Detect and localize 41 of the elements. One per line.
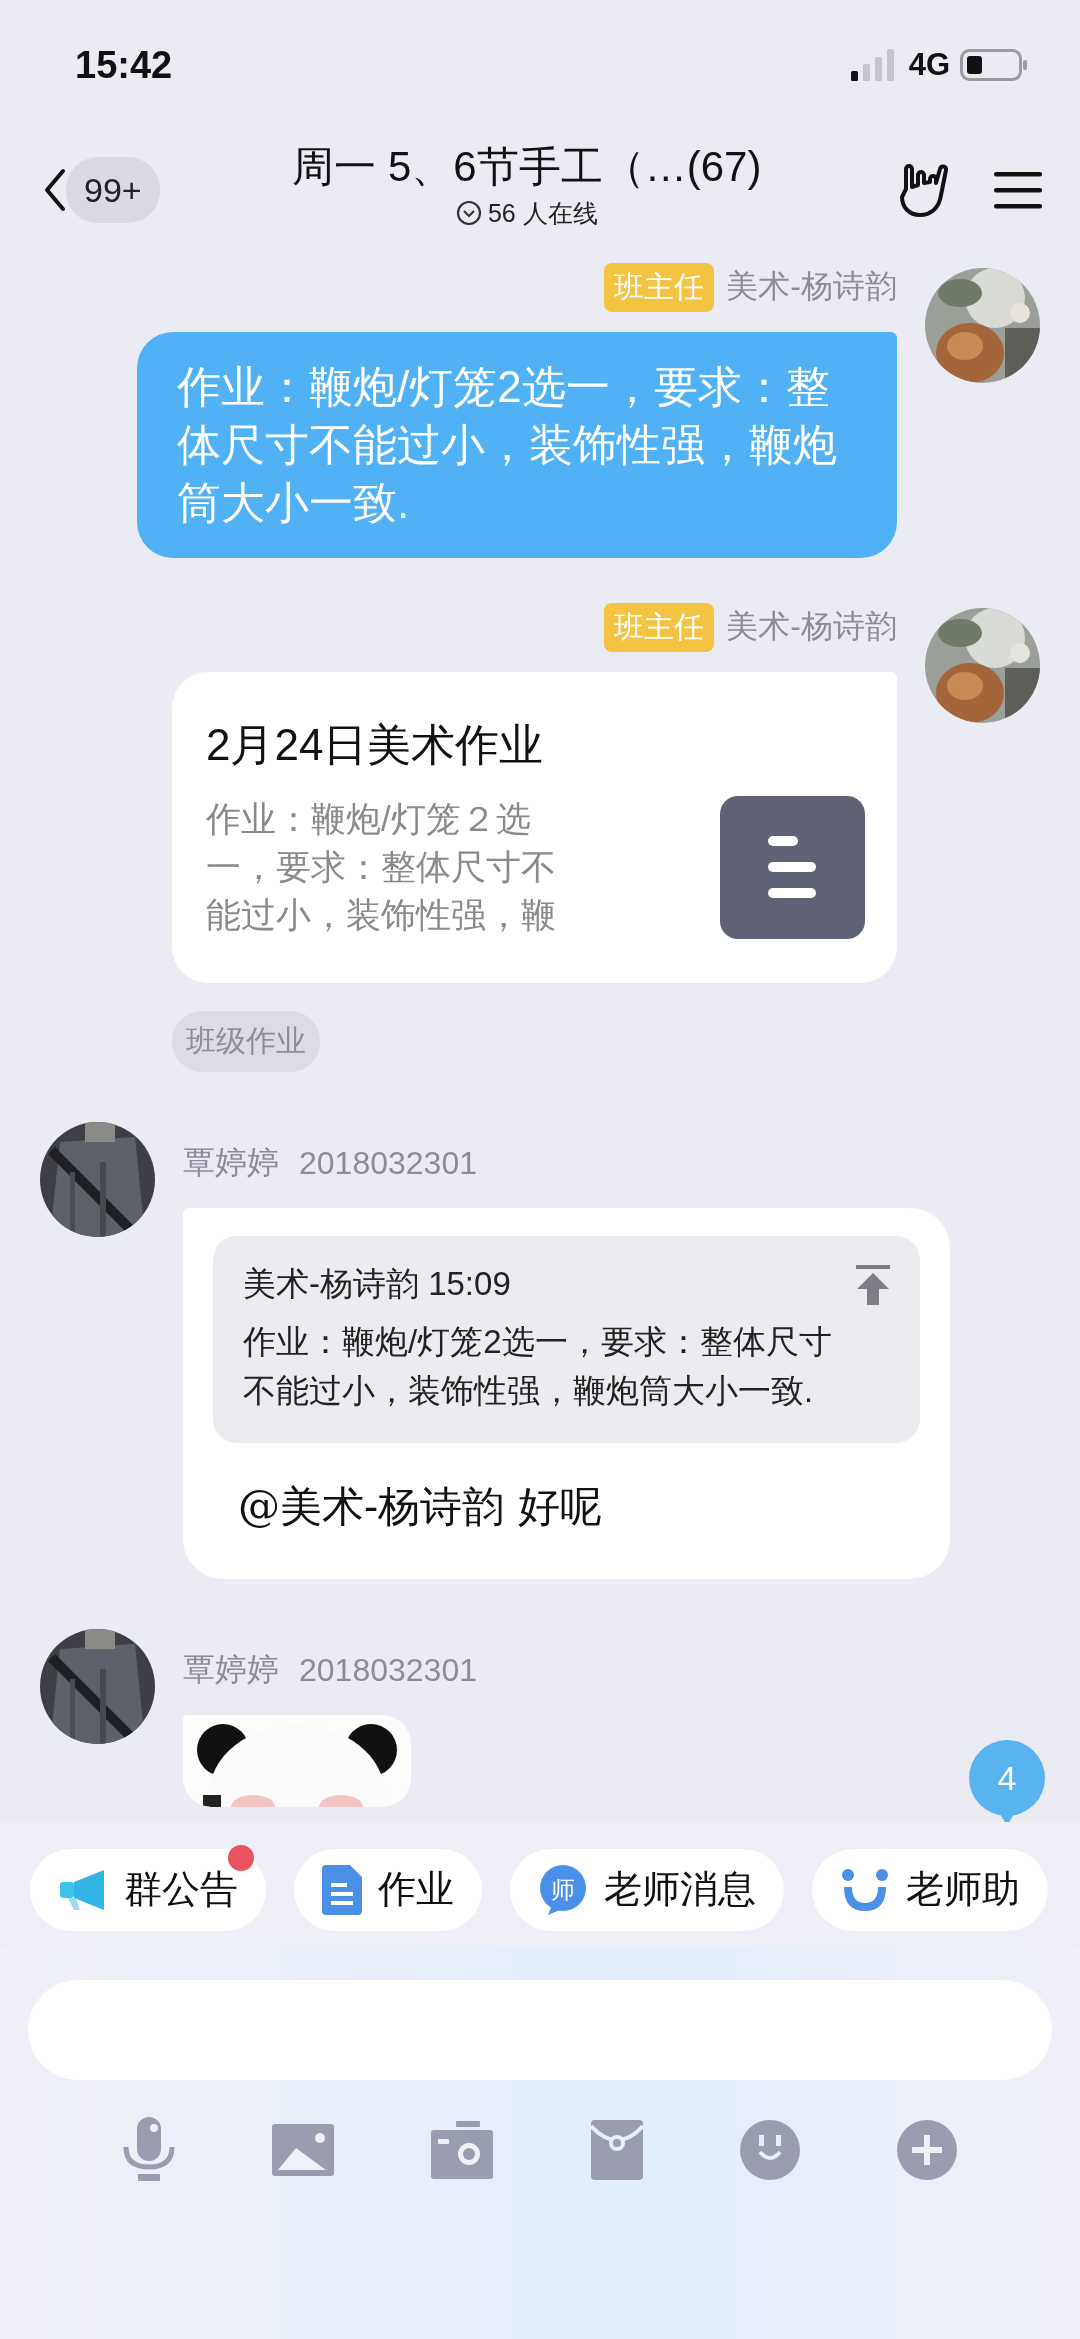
sender-id: 2018032301 (299, 1651, 477, 1689)
back-button[interactable] (44, 168, 66, 212)
shortcut-button[interactable]: 师 老师消息 (510, 1848, 784, 1931)
reply-text: @美术-杨诗韵 好呢 (237, 1481, 603, 1533)
sender-name: 覃婷婷 (183, 1650, 279, 1689)
group-title: 周一 5、6节手工（…(67) (292, 141, 762, 192)
jump-to-top-icon[interactable] (856, 1264, 890, 1305)
sender-id: 2018032301 (299, 1144, 477, 1182)
envelope-icon[interactable] (590, 2120, 643, 2180)
card-summary: 作业：鞭炮/灯笼２选一，要求：整体尺寸不能过小，装饰性强，鞭 (206, 798, 557, 936)
network-type: 4G (908, 47, 950, 83)
message-bubble: 作业：鞭炮/灯笼2选一，要求：整体尺寸不能过小，装饰性强，鞭炮筒大小一致. (137, 332, 897, 558)
emoji-icon[interactable] (739, 2120, 800, 2180)
document-icon (322, 1864, 362, 1915)
plus-icon[interactable] (896, 2120, 957, 2180)
online-count: 56 人在线 (487, 197, 598, 229)
shortcut-button[interactable]: 作业 (294, 1848, 482, 1931)
expand-icon[interactable] (455, 200, 482, 226)
microphone-icon[interactable] (123, 2117, 175, 2183)
homework-card[interactable]: 2月24日美术作业 作业：鞭炮/灯笼２选一，要求：整体尺寸不能过小，装饰性强，鞭 (172, 672, 897, 983)
smile-icon (840, 1866, 890, 1913)
sender-name: 美术-杨诗韵 (726, 267, 897, 306)
camera-icon[interactable] (431, 2121, 494, 2179)
card-title: 2月24日美术作业 (206, 719, 545, 771)
quoted-message[interactable]: 美术-杨诗韵 15:09 作业：鞭炮/灯笼2选一，要求：整体尺寸不能过小，装饰性强，鞭炮筒大小一致. (213, 1236, 920, 1443)
sender-name: 覃婷婷 (183, 1143, 279, 1182)
menu-icon[interactable] (994, 170, 1042, 210)
shortcut-button[interactable]: 老师助 (812, 1848, 1048, 1931)
status-time: 15:42 (75, 43, 173, 87)
homework-tag: 班级作业 (172, 1011, 320, 1072)
quote-text: 作业：鞭炮/灯笼2选一，要求：整体尺寸不能过小，装饰性强，鞭炮筒大小一致. (243, 1322, 833, 1411)
document-icon (720, 795, 865, 939)
unread-count-badge: 99+ (66, 157, 160, 223)
role-tag: 班主任 (604, 262, 715, 312)
sender-name: 美术-杨诗韵 (726, 607, 897, 646)
image-icon[interactable] (272, 2124, 335, 2176)
shortcut-button[interactable]: 群公告 (30, 1848, 266, 1931)
quote-header: 美术-杨诗韵 15:09 (243, 1264, 511, 1304)
battery-icon (960, 49, 1028, 81)
role-tag: 班主任 (604, 602, 715, 652)
back-icon (44, 168, 66, 212)
